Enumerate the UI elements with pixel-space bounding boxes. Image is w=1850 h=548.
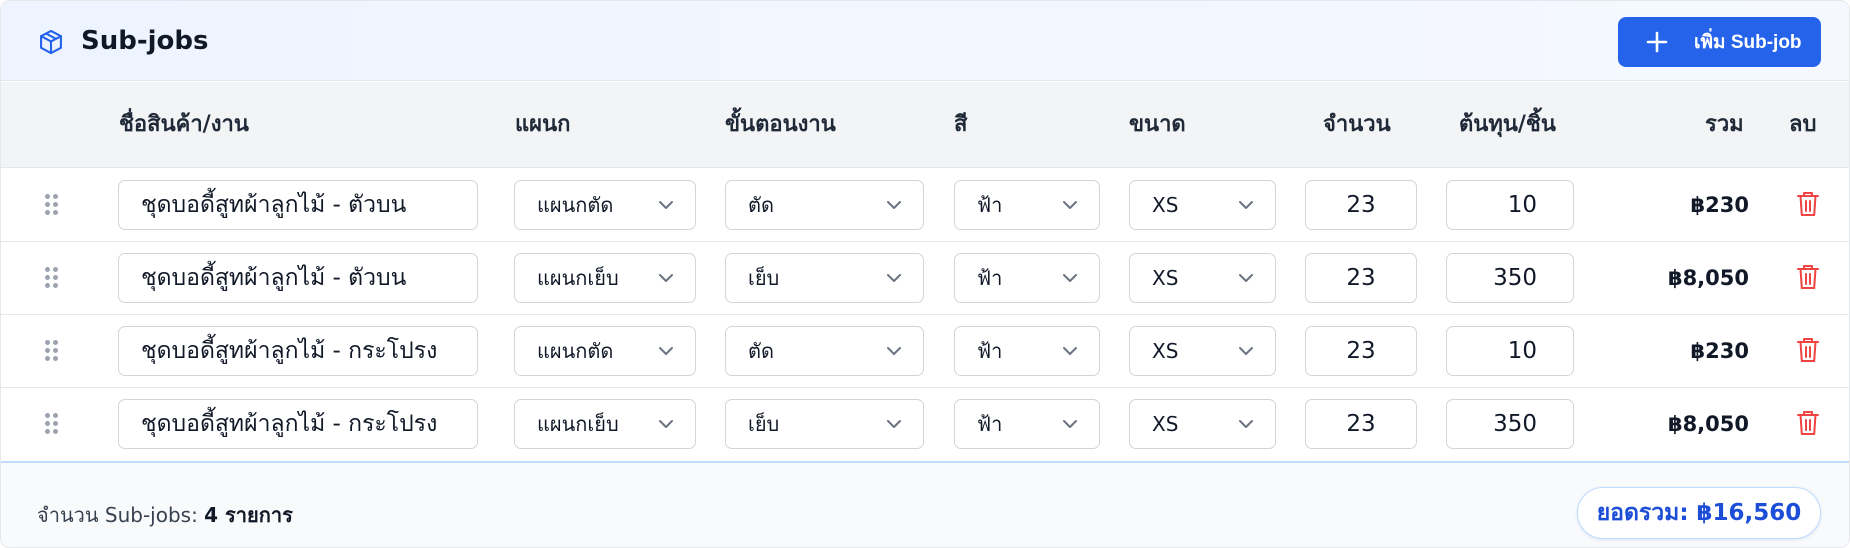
add-sub-job-label: เพิ่ม Sub-job [1694, 32, 1802, 53]
grand-total-badge: ยอดรวม: ฿16,560 [1577, 487, 1821, 539]
chevron-down-icon [1239, 420, 1253, 428]
row-total: ฿8,050 [1667, 266, 1749, 290]
size-select[interactable]: XS [1129, 253, 1276, 303]
trash-icon[interactable] [1796, 335, 1820, 365]
chevron-down-icon [887, 201, 901, 209]
size-value: XS [1152, 412, 1179, 436]
product-name-input[interactable]: ชุดบอดี้สูทผ้าลูกไม้ - กระโปรง [118, 399, 478, 449]
drag-handle-icon[interactable] [45, 413, 59, 435]
department-select[interactable]: แผนกตัด [514, 180, 696, 230]
size-value: XS [1152, 339, 1179, 363]
chevron-down-icon [887, 274, 901, 282]
step-select[interactable]: เย็บ [725, 399, 924, 449]
size-value: XS [1152, 193, 1179, 217]
table-row: ชุดบอดี้สูทผ้าลูกไม้ - กระโปรง แผนกตัด ต… [1, 315, 1849, 388]
step-select[interactable]: ตัด [725, 326, 924, 376]
color-value: ฟ้า [977, 339, 1003, 363]
step-value: ตัด [748, 193, 774, 217]
quantity-input[interactable]: 23 [1305, 180, 1417, 230]
chevron-down-icon [659, 201, 673, 209]
column-header-color: สี [954, 112, 968, 137]
column-header-department: แผนก [515, 112, 571, 137]
chevron-down-icon [887, 420, 901, 428]
color-select[interactable]: ฟ้า [954, 326, 1100, 376]
drag-handle-icon[interactable] [45, 267, 59, 289]
table-row: ชุดบอดี้สูทผ้าลูกไม้ - ตัวบน แผนกเย็บ เย… [1, 242, 1849, 315]
color-select[interactable]: ฟ้า [954, 399, 1100, 449]
unit-cost-input[interactable]: 350 [1446, 399, 1574, 449]
color-select[interactable]: ฟ้า [954, 180, 1100, 230]
card-header: Sub-jobs เพิ่ม Sub-job [1, 1, 1849, 81]
column-header-step: ขั้นตอนงาน [725, 112, 836, 137]
chevron-down-icon [1239, 347, 1253, 355]
product-name-input[interactable]: ชุดบอดี้สูทผ้าลูกไม้ - กระโปรง [118, 326, 478, 376]
plus-icon [1646, 31, 1668, 53]
trash-icon[interactable] [1796, 408, 1820, 438]
quantity-input[interactable]: 23 [1305, 253, 1417, 303]
trash-icon[interactable] [1796, 189, 1820, 219]
column-header-size: ขนาด [1129, 112, 1186, 137]
drag-handle-icon[interactable] [45, 194, 59, 216]
chevron-down-icon [1239, 274, 1253, 282]
department-value: แผนกตัด [537, 339, 614, 363]
color-value: ฟ้า [977, 193, 1003, 217]
chevron-down-icon [1239, 201, 1253, 209]
step-select[interactable]: เย็บ [725, 253, 924, 303]
department-select[interactable]: แผนกเย็บ [514, 253, 696, 303]
chevron-down-icon [659, 347, 673, 355]
card-footer: จำนวน Sub-jobs: 4 รายการ ยอดรวม: ฿16,560 [1, 461, 1849, 547]
page-title: Sub-jobs [81, 26, 209, 56]
column-header-total: รวม [1705, 112, 1744, 137]
size-select[interactable]: XS [1129, 326, 1276, 376]
department-value: แผนกเย็บ [537, 266, 619, 290]
trash-icon[interactable] [1796, 262, 1820, 292]
unit-cost-input[interactable]: 10 [1446, 180, 1574, 230]
grand-total-text: ยอดรวม: ฿16,560 [1596, 500, 1802, 526]
package-icon [40, 29, 62, 55]
department-select[interactable]: แผนกตัด [514, 326, 696, 376]
chevron-down-icon [659, 274, 673, 282]
color-value: ฟ้า [977, 412, 1003, 436]
unit-cost-input[interactable]: 350 [1446, 253, 1574, 303]
size-select[interactable]: XS [1129, 399, 1276, 449]
department-value: แผนกเย็บ [537, 412, 619, 436]
table-row: ชุดบอดี้สูทผ้าลูกไม้ - กระโปรง แผนกเย็บ … [1, 388, 1849, 461]
sub-job-count: จำนวน Sub-jobs: 4 รายการ [37, 501, 293, 529]
row-total: ฿8,050 [1667, 412, 1749, 436]
column-header-delete: ลบ [1789, 112, 1817, 137]
product-name-input[interactable]: ชุดบอดี้สูทผ้าลูกไม้ - ตัวบน [118, 180, 478, 230]
department-select[interactable]: แผนกเย็บ [514, 399, 696, 449]
row-total: ฿230 [1690, 193, 1749, 217]
column-header-name: ชื่อสินค้า/งาน [119, 112, 249, 137]
column-header-quantity: จำนวน [1323, 112, 1391, 137]
sub-job-count-label: จำนวน Sub-jobs: [37, 503, 198, 527]
sub-job-count-value: 4 รายการ [204, 503, 293, 527]
step-value: ตัด [748, 339, 774, 363]
product-name-input[interactable]: ชุดบอดี้สูทผ้าลูกไม้ - ตัวบน [118, 253, 478, 303]
size-select[interactable]: XS [1129, 180, 1276, 230]
sub-jobs-card: Sub-jobs เพิ่ม Sub-job ชื่อสินค้า/งาน แผ… [0, 0, 1850, 548]
chevron-down-icon [1063, 420, 1077, 428]
row-total: ฿230 [1690, 339, 1749, 363]
chevron-down-icon [659, 420, 673, 428]
column-header-unit-cost: ต้นทุน/ชิ้น [1459, 112, 1556, 137]
chevron-down-icon [1063, 274, 1077, 282]
unit-cost-input[interactable]: 10 [1446, 326, 1574, 376]
table-row: ชุดบอดี้สูทผ้าลูกไม้ - ตัวบน แผนกตัด ตัด… [1, 169, 1849, 242]
step-value: เย็บ [748, 266, 780, 290]
color-value: ฟ้า [977, 266, 1003, 290]
color-select[interactable]: ฟ้า [954, 253, 1100, 303]
step-select[interactable]: ตัด [725, 180, 924, 230]
department-value: แผนกตัด [537, 193, 614, 217]
table-header: ชื่อสินค้า/งาน แผนก ขั้นตอนงาน สี ขนาด จ… [1, 82, 1849, 168]
quantity-input[interactable]: 23 [1305, 399, 1417, 449]
size-value: XS [1152, 266, 1179, 290]
quantity-input[interactable]: 23 [1305, 326, 1417, 376]
step-value: เย็บ [748, 412, 780, 436]
add-sub-job-button[interactable]: เพิ่ม Sub-job [1618, 17, 1821, 67]
chevron-down-icon [1063, 201, 1077, 209]
chevron-down-icon [1063, 347, 1077, 355]
drag-handle-icon[interactable] [45, 340, 59, 362]
chevron-down-icon [887, 347, 901, 355]
